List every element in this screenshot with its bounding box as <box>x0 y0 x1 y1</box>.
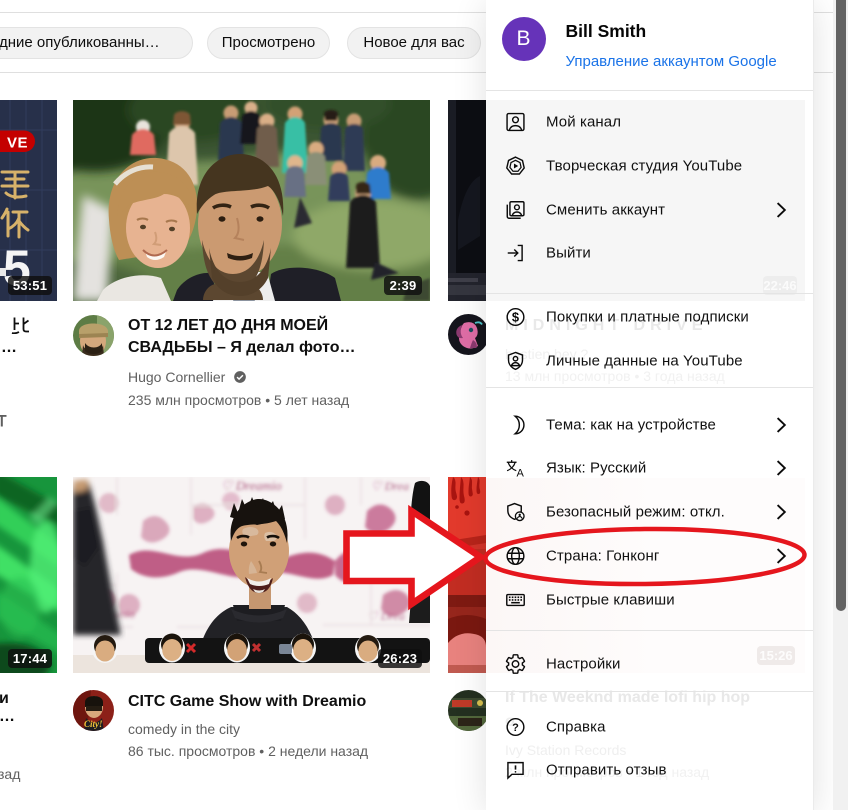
svg-text:VE: VE <box>7 135 28 152</box>
svg-text:♡ Drea: ♡ Drea <box>367 609 405 623</box>
svg-text:♡ Dreamio: ♡ Dreamio <box>221 478 282 493</box>
svg-text:?: ? <box>512 722 519 734</box>
svg-text:City!: City! <box>84 719 103 729</box>
svg-text:A: A <box>517 467 525 479</box>
svg-text:$: $ <box>512 309 519 324</box>
svg-text:♡ Drea: ♡ Drea <box>371 479 409 493</box>
